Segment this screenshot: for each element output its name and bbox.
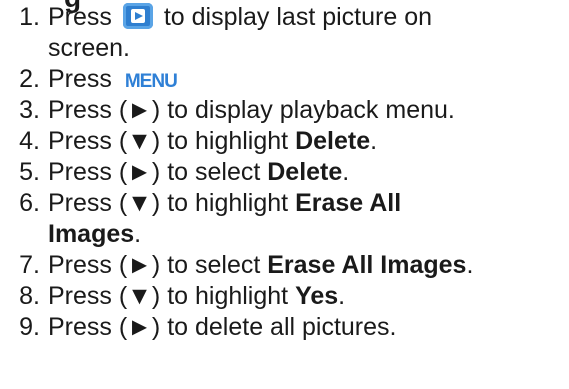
step-1: 1. Press to display last picture on scre… xyxy=(19,3,433,62)
step-9: 9. Press (►) to delete all pictures. xyxy=(19,313,397,341)
step-5: 5. Press (►) to select Delete. xyxy=(19,158,350,186)
playback-button-icon xyxy=(122,3,153,29)
step-8: 8. Press (▼) to highlight Yes. xyxy=(19,282,346,310)
step-2: 2. Press MENU xyxy=(19,65,178,93)
step-3: 3. Press (►) to display playback menu. xyxy=(19,96,455,124)
step-7: 7. Press (►) to select Erase All Images. xyxy=(19,251,474,279)
menu-button-icon: MENU xyxy=(124,71,178,92)
step-4: 4. Press (▼) to highlight Delete. xyxy=(19,127,378,155)
step-6: 6. Press (▼) to highlight Erase All Imag… xyxy=(19,189,402,248)
instruction-steps: 1. Press to display last picture on scre… xyxy=(0,0,569,343)
